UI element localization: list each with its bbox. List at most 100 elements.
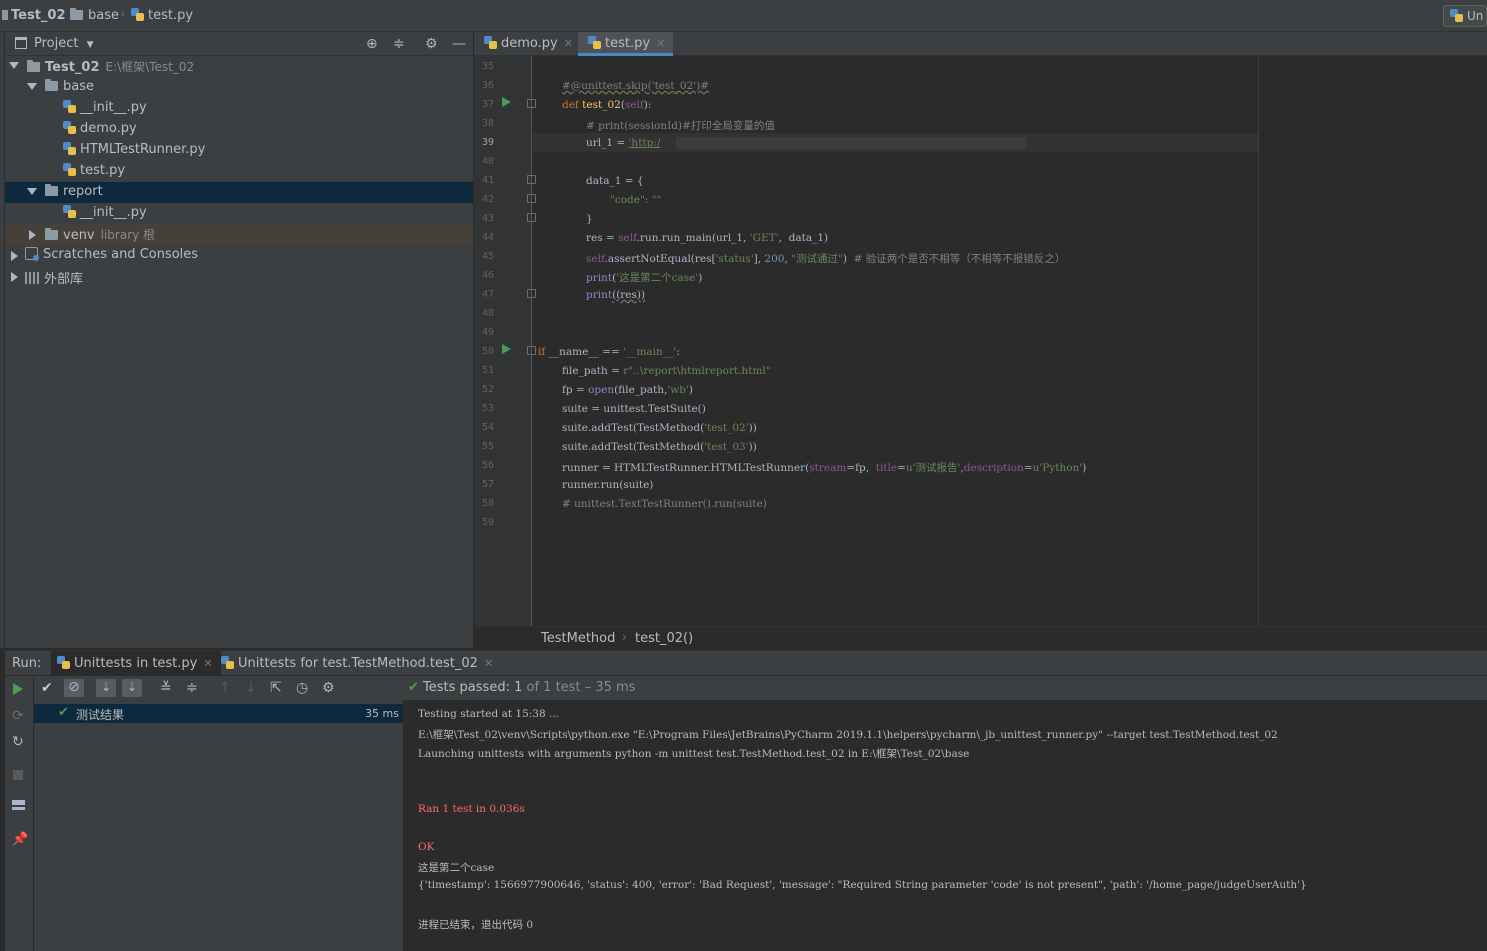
toggle-autotest-icon[interactable]: ↻: [12, 734, 24, 750]
layout-icon[interactable]: [12, 800, 25, 810]
tree-item-label: __init__.py: [80, 205, 147, 220]
tree-item-label: demo.py: [80, 121, 137, 136]
breadcrumb-folder[interactable]: base: [70, 8, 119, 23]
line-number: 53: [481, 403, 494, 414]
console-line: Launching unittests with arguments pytho…: [418, 748, 970, 760]
project-view-selector[interactable]: Project ▼: [34, 36, 94, 51]
line-number: 54: [481, 422, 494, 433]
breadcrumb-method[interactable]: test_02(): [635, 631, 693, 646]
code-line-51: file_path = r"..\report\htmlreport.html": [562, 365, 771, 377]
stop-icon[interactable]: [13, 770, 23, 780]
line-number: 41: [481, 175, 494, 186]
line-number: 46: [481, 270, 494, 281]
expand-all-icon[interactable]: ≚: [160, 680, 172, 696]
fold-marker-icon[interactable]: [527, 289, 536, 298]
fold-marker-icon[interactable]: [527, 213, 536, 222]
fold-marker-icon[interactable]: [527, 346, 536, 355]
run-main-icon[interactable]: [502, 344, 511, 354]
show-ignored-icon[interactable]: ⊘: [64, 679, 84, 697]
token: res =: [586, 232, 619, 244]
hide-panel-icon[interactable]: —: [452, 36, 466, 52]
fold-marker-icon[interactable]: [527, 194, 536, 203]
expand-arrow-icon: [27, 83, 37, 90]
collapse-all-icon[interactable]: ≑: [393, 36, 405, 52]
console-output[interactable]: Testing started at 15:38 ... E:\框架\Test_…: [404, 700, 1487, 951]
breadcrumb-file[interactable]: test.py: [131, 8, 193, 23]
close-icon[interactable]: ✕: [656, 37, 665, 50]
tab-test-py[interactable]: test.py ✕: [578, 32, 674, 56]
tree-item-htmltestrunner[interactable]: HTMLTestRunner.py: [5, 140, 473, 161]
python-run-config-icon: [1450, 9, 1463, 22]
run-tool-window-tabs: Run: Unittests in test.py ✕ Unittests for…: [5, 650, 1487, 676]
fold-marker-icon[interactable]: [527, 99, 536, 108]
token: u'Python': [1032, 462, 1083, 474]
token: ):: [643, 99, 652, 111]
tree-item-project-root[interactable]: Test_02 E:\框架\Test_02: [5, 56, 473, 77]
run-test-icon[interactable]: [502, 97, 511, 107]
project-tree: Test_02 E:\框架\Test_02 base __init__.py de…: [5, 56, 473, 648]
project-view-icon: [15, 37, 27, 49]
token: (file_path,: [614, 384, 668, 396]
tab-unittests-in-test-py[interactable]: Unittests in test.py ✕: [51, 651, 221, 676]
token: def: [562, 99, 583, 111]
tab-unittests-for-test-method[interactable]: Unittests for test.TestMethod.test_02 ✕: [215, 651, 501, 676]
run-configuration-selector[interactable]: Un: [1443, 5, 1487, 27]
token: "测试通过": [791, 253, 843, 265]
show-passed-icon[interactable]: ✔: [41, 680, 53, 696]
collapse-all-icon[interactable]: ≑: [186, 680, 198, 696]
tree-item-base-init[interactable]: __init__.py: [5, 98, 473, 119]
chevron-down-icon: ▼: [86, 40, 94, 50]
history-icon[interactable]: ◷: [296, 680, 308, 696]
token: ],: [753, 253, 765, 265]
line-number: 37: [481, 99, 494, 110]
token: runner = HTMLTestRunner.HTMLTestRunner(: [562, 462, 810, 474]
code-line-53: suite = unittest.TestSuite(): [562, 403, 706, 415]
rerun-icon[interactable]: [13, 683, 23, 695]
token: self: [618, 232, 637, 244]
token: ): [1082, 462, 1087, 474]
tree-item-scratches[interactable]: Scratches and Consoles: [5, 245, 473, 266]
gear-icon[interactable]: ⚙: [322, 680, 335, 696]
code-line-41: data_1 = {: [586, 175, 644, 187]
pin-icon[interactable]: 📌: [12, 832, 28, 847]
token: )): [748, 422, 757, 434]
tree-item-external-libraries[interactable]: 外部库: [5, 266, 473, 287]
previous-failed-icon[interactable]: ↑: [219, 680, 231, 696]
run-side-toolbar: ⟳ ↻ 📌: [5, 676, 34, 951]
test-result-row[interactable]: ✔ 测试结果 35 ms: [34, 704, 403, 723]
tree-item-report[interactable]: report: [5, 182, 473, 203]
token: "code": [610, 194, 645, 206]
locate-file-icon[interactable]: ⊕: [366, 36, 378, 52]
fold-marker-icon[interactable]: [527, 175, 536, 184]
next-failed-icon[interactable]: ↓: [245, 680, 257, 696]
close-icon[interactable]: ✕: [564, 37, 573, 50]
token: test_02: [582, 99, 621, 111]
tree-item-report-init[interactable]: __init__.py: [5, 203, 473, 224]
status-prefix: Tests passed:: [423, 680, 510, 695]
console-line: {'timestamp': 1566977900646, 'status': 4…: [418, 879, 1307, 891]
python-file-icon: [63, 163, 76, 176]
close-icon[interactable]: ✕: [203, 657, 212, 670]
close-icon[interactable]: ✕: [484, 657, 493, 670]
gear-icon[interactable]: ⚙: [425, 36, 438, 52]
breadcrumb-project-label: Test_02: [11, 8, 66, 23]
breadcrumb-class[interactable]: TestMethod: [541, 631, 615, 646]
tree-item-demo[interactable]: demo.py: [5, 119, 473, 140]
chevron-right-icon: ›: [622, 630, 627, 644]
rerun-failed-icon[interactable]: ⟳: [12, 708, 24, 724]
export-results-icon[interactable]: ⇱: [270, 680, 282, 696]
tree-item-base[interactable]: base: [5, 77, 473, 98]
breadcrumb-project[interactable]: Test_02: [2, 8, 66, 23]
expand-arrow-icon: [27, 188, 37, 195]
tree-item-test[interactable]: test.py: [5, 161, 473, 182]
token: stream: [809, 462, 847, 474]
tree-item-label: venv: [63, 228, 95, 243]
sort-by-duration-icon[interactable]: ⇣: [122, 679, 142, 697]
status-of: of 1 test: [526, 680, 581, 695]
line-number: 48: [481, 308, 494, 319]
sort-alphabetically-icon[interactable]: ⇣: [96, 679, 116, 697]
token: suite.addTest(TestMethod(: [562, 441, 705, 453]
line-number: 58: [481, 498, 494, 509]
tab-demo-py[interactable]: demo.py ✕: [474, 32, 581, 56]
tree-item-venv[interactable]: venv library 根: [5, 224, 473, 245]
